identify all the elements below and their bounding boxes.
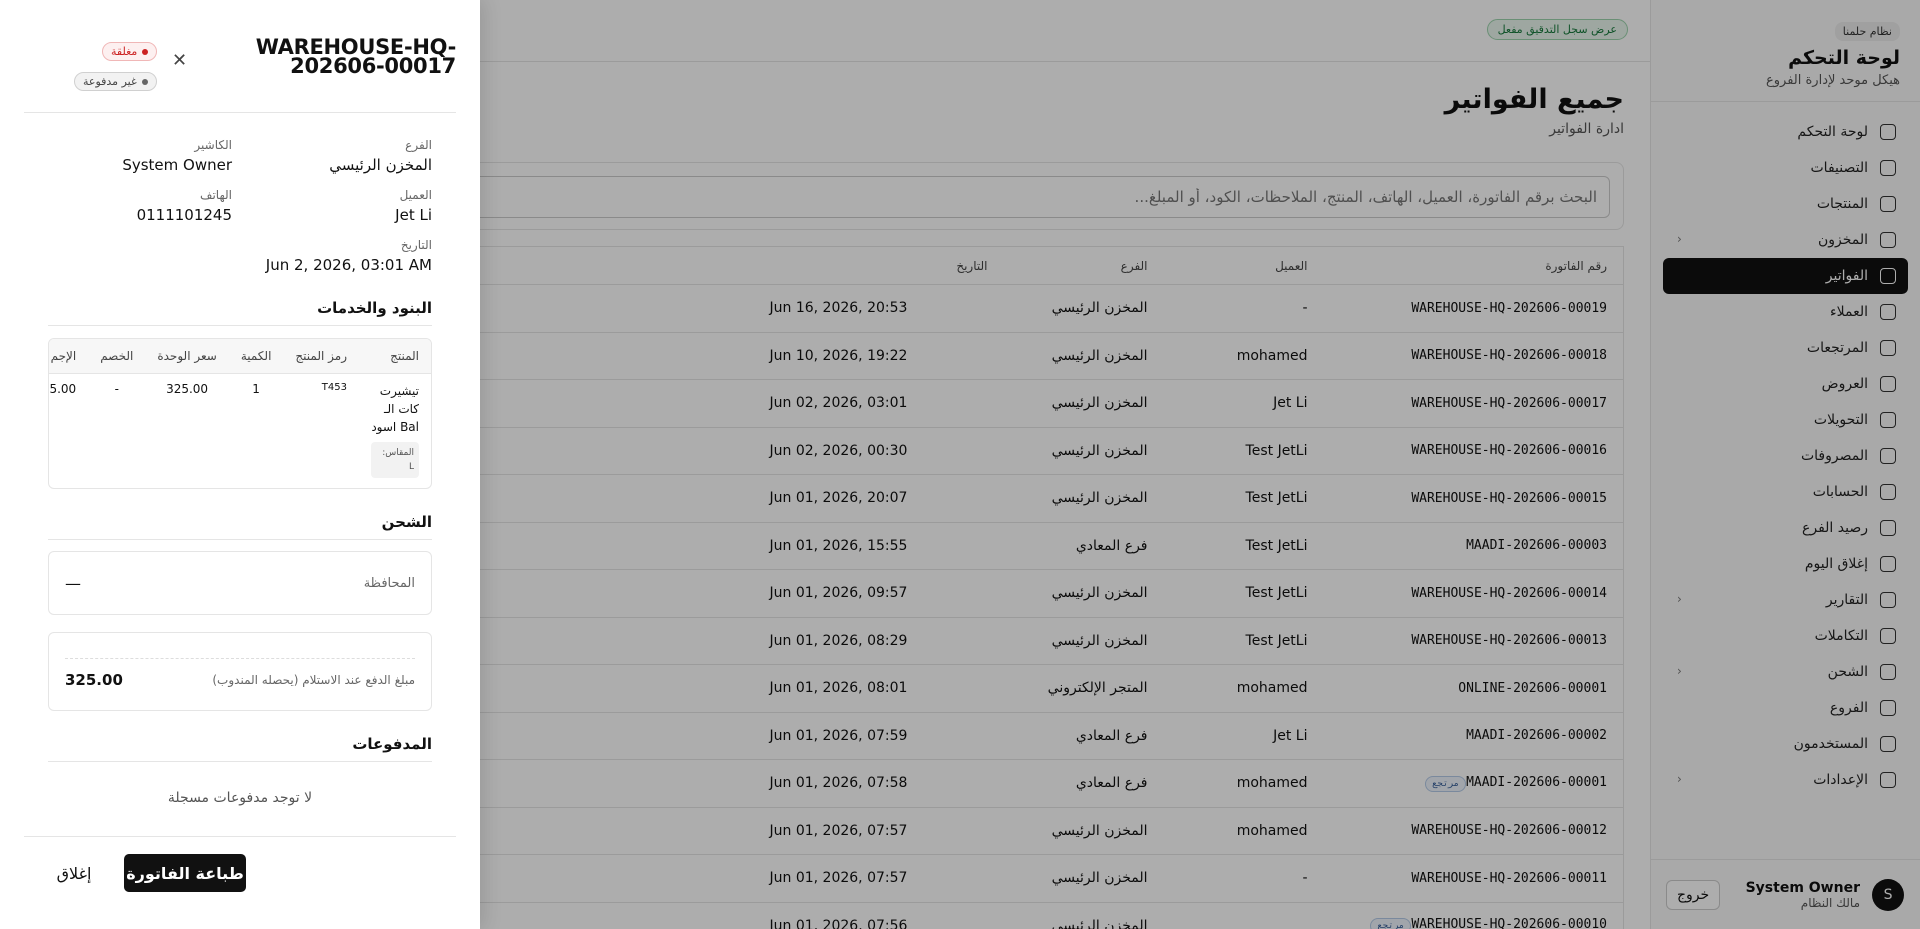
payments-section-title: المدفوعات [352, 735, 432, 753]
item-row: تيشيرت كات الـ Bal اسود المقاس: L T453 1… [49, 373, 431, 486]
governorate-label: المحافظة [363, 575, 415, 591]
info-customer-value: Jet Li [395, 206, 432, 224]
info-cashier-value: System Owner [122, 156, 232, 174]
items-table-box[interactable]: المنتج رمز المنتج الكمية سعر الوحدة الخص… [48, 338, 432, 489]
item-product-name: تيشيرت كات الـ Bal اسود [371, 383, 419, 434]
governorate-box: المحافظة — [48, 551, 432, 615]
status-unpaid-label: غير مدفوعة [83, 75, 137, 88]
info-customer-label: العميل [399, 188, 432, 202]
info-customer: العميل Jet Li [232, 188, 432, 224]
status-dot-icon [141, 79, 148, 85]
section-divider [48, 325, 432, 326]
info-branch-value: المخزن الرئيسي [329, 156, 432, 174]
items-col-unit-price: سعر الوحدة [145, 339, 229, 374]
cod-value: 325.00 [65, 671, 123, 689]
info-phone-value: 0111101245 [136, 206, 232, 224]
info-cashier-label: الكاشير [194, 138, 232, 152]
info-branch-label: الفرع [405, 138, 432, 152]
invoice-number-line2: 202606-00017 [290, 54, 456, 78]
info-phone: الهاتف 0111101245 [48, 188, 232, 224]
items-col-total: الإجم [49, 339, 89, 374]
items-section-title: البنود والخدمات [317, 299, 432, 317]
governorate-row: المحافظة — [65, 552, 415, 614]
info-cashier: الكاشير System Owner [48, 138, 232, 174]
shipping-section-title: الشحن [381, 513, 432, 531]
invoice-drawer: WAREHOUSE-HQ- 202606-00017 ✕ مغلقة غير م… [0, 0, 480, 929]
info-phone-label: الهاتف [200, 188, 232, 202]
info-date-value: Jun 2, 2026, 03:01 AM [265, 256, 432, 274]
item-discount: - [114, 381, 119, 396]
items-col-sku: رمز المنتج [283, 339, 359, 374]
cod-label: مبلغ الدفع عند الاستلام (يحصله المندوب) [212, 673, 415, 687]
items-col-qty: الكمية [228, 339, 284, 374]
info-branch: الفرع المخزن الرئيسي [232, 138, 432, 174]
item-total: 5.00 [49, 381, 77, 396]
item-size-chip: المقاس: L [371, 441, 419, 478]
info-date: التاريخ Jun 2, 2026, 03:01 AM [232, 238, 432, 274]
item-sku: T453 [321, 381, 347, 393]
cod-row: مبلغ الدفع عند الاستلام (يحصله المندوب) … [65, 671, 415, 689]
print-invoice-button[interactable]: طباعة الفاتورة [124, 854, 246, 892]
items-col-product: المنتج [359, 339, 431, 374]
item-unit-price: 325.00 [166, 381, 209, 396]
item-product-cell: تيشيرت كات الـ Bal اسود المقاس: L [359, 373, 431, 486]
status-badge-closed: مغلقة [102, 42, 158, 61]
status-dot-icon [142, 49, 149, 55]
item-qty: 1 [252, 381, 260, 396]
invoice-number-title: WAREHOUSE-HQ- 202606-00017 [256, 37, 457, 78]
status-closed-label: مغلقة [111, 45, 138, 58]
items-header-row: المنتج رمز المنتج الكمية سعر الوحدة الخص… [49, 339, 431, 374]
governorate-value: — [65, 573, 81, 593]
status-badge-unpaid: غير مدفوعة [74, 72, 157, 91]
no-payments-text: لا توجد مدفوعات مسجلة [167, 790, 313, 806]
section-divider [48, 539, 432, 540]
dashed-divider [65, 658, 415, 659]
drawer-footer: طباعة الفاتورة إغلاق [24, 836, 456, 929]
info-date-label: التاريخ [400, 238, 432, 252]
cod-box: مبلغ الدفع عند الاستلام (يحصله المندوب) … [48, 632, 432, 711]
drawer-header: WAREHOUSE-HQ- 202606-00017 ✕ مغلقة غير م… [24, 0, 456, 113]
close-icon[interactable]: ✕ [172, 50, 187, 71]
items-col-discount: الخصم [88, 339, 146, 374]
close-button[interactable]: إغلاق [42, 854, 106, 892]
section-divider [48, 761, 432, 762]
items-table: المنتج رمز المنتج الكمية سعر الوحدة الخص… [49, 339, 431, 486]
